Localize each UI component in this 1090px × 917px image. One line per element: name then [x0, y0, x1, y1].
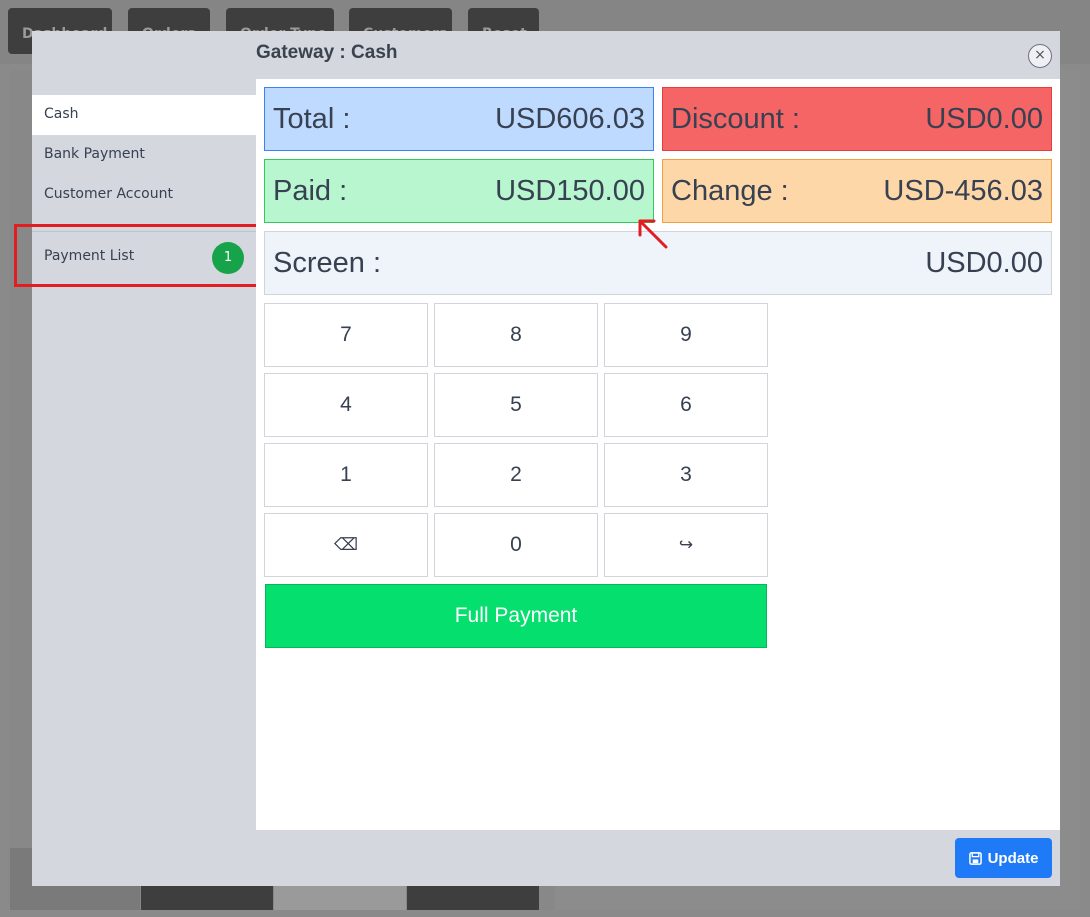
- backspace-icon[interactable]: ⌫: [264, 513, 428, 577]
- total-display: Total : USD606.03: [264, 87, 654, 151]
- payment-content: Total : USD606.03 Discount : USD0.00 Pai…: [256, 79, 1060, 830]
- keypad-key-3[interactable]: 3: [604, 443, 768, 507]
- paid-label: Paid :: [273, 174, 348, 207]
- keypad-key-4[interactable]: 4: [264, 373, 428, 437]
- enter-arrow-icon[interactable]: ↪: [604, 513, 768, 577]
- total-value: USD606.03: [495, 102, 645, 135]
- sidebar-item-customer-account[interactable]: Customer Account: [32, 175, 256, 215]
- close-icon[interactable]: ×: [1028, 44, 1052, 68]
- highlight-annotation-box: [14, 224, 265, 287]
- screen-value: USD0.00: [925, 246, 1043, 279]
- paid-display: Paid : USD150.00: [264, 159, 654, 223]
- change-label: Change :: [671, 174, 789, 207]
- paid-value: USD150.00: [495, 174, 645, 207]
- change-display: Change : USD-456.03: [662, 159, 1052, 223]
- change-value: USD-456.03: [883, 174, 1043, 207]
- discount-value: USD0.00: [925, 102, 1043, 135]
- save-icon: [968, 851, 982, 865]
- discount-label: Discount :: [671, 102, 800, 135]
- sidebar-item-bank-payment[interactable]: Bank Payment: [32, 135, 256, 175]
- payment-modal: Gateway : Cash × Cash Bank Payment Custo…: [14, 31, 1060, 886]
- annotation-arrow-icon: [638, 219, 668, 249]
- keypad-key-6[interactable]: 6: [604, 373, 768, 437]
- keypad-key-2[interactable]: 2: [434, 443, 598, 507]
- keypad-key-7[interactable]: 7: [264, 303, 428, 367]
- keypad-key-0[interactable]: 0: [434, 513, 598, 577]
- keypad-key-5[interactable]: 5: [434, 373, 598, 437]
- keypad-key-1[interactable]: 1: [264, 443, 428, 507]
- discount-display: Discount : USD0.00: [662, 87, 1052, 151]
- keypad-key-8[interactable]: 8: [434, 303, 598, 367]
- update-button[interactable]: Update: [955, 838, 1052, 878]
- total-label: Total :: [273, 102, 351, 135]
- modal-title: Gateway : Cash: [256, 42, 398, 63]
- sidebar-item-cash[interactable]: Cash: [32, 95, 256, 135]
- update-label: Update: [987, 849, 1039, 867]
- keypad-key-9[interactable]: 9: [604, 303, 768, 367]
- screen-label: Screen :: [273, 246, 381, 279]
- full-payment-button[interactable]: Full Payment: [265, 584, 767, 648]
